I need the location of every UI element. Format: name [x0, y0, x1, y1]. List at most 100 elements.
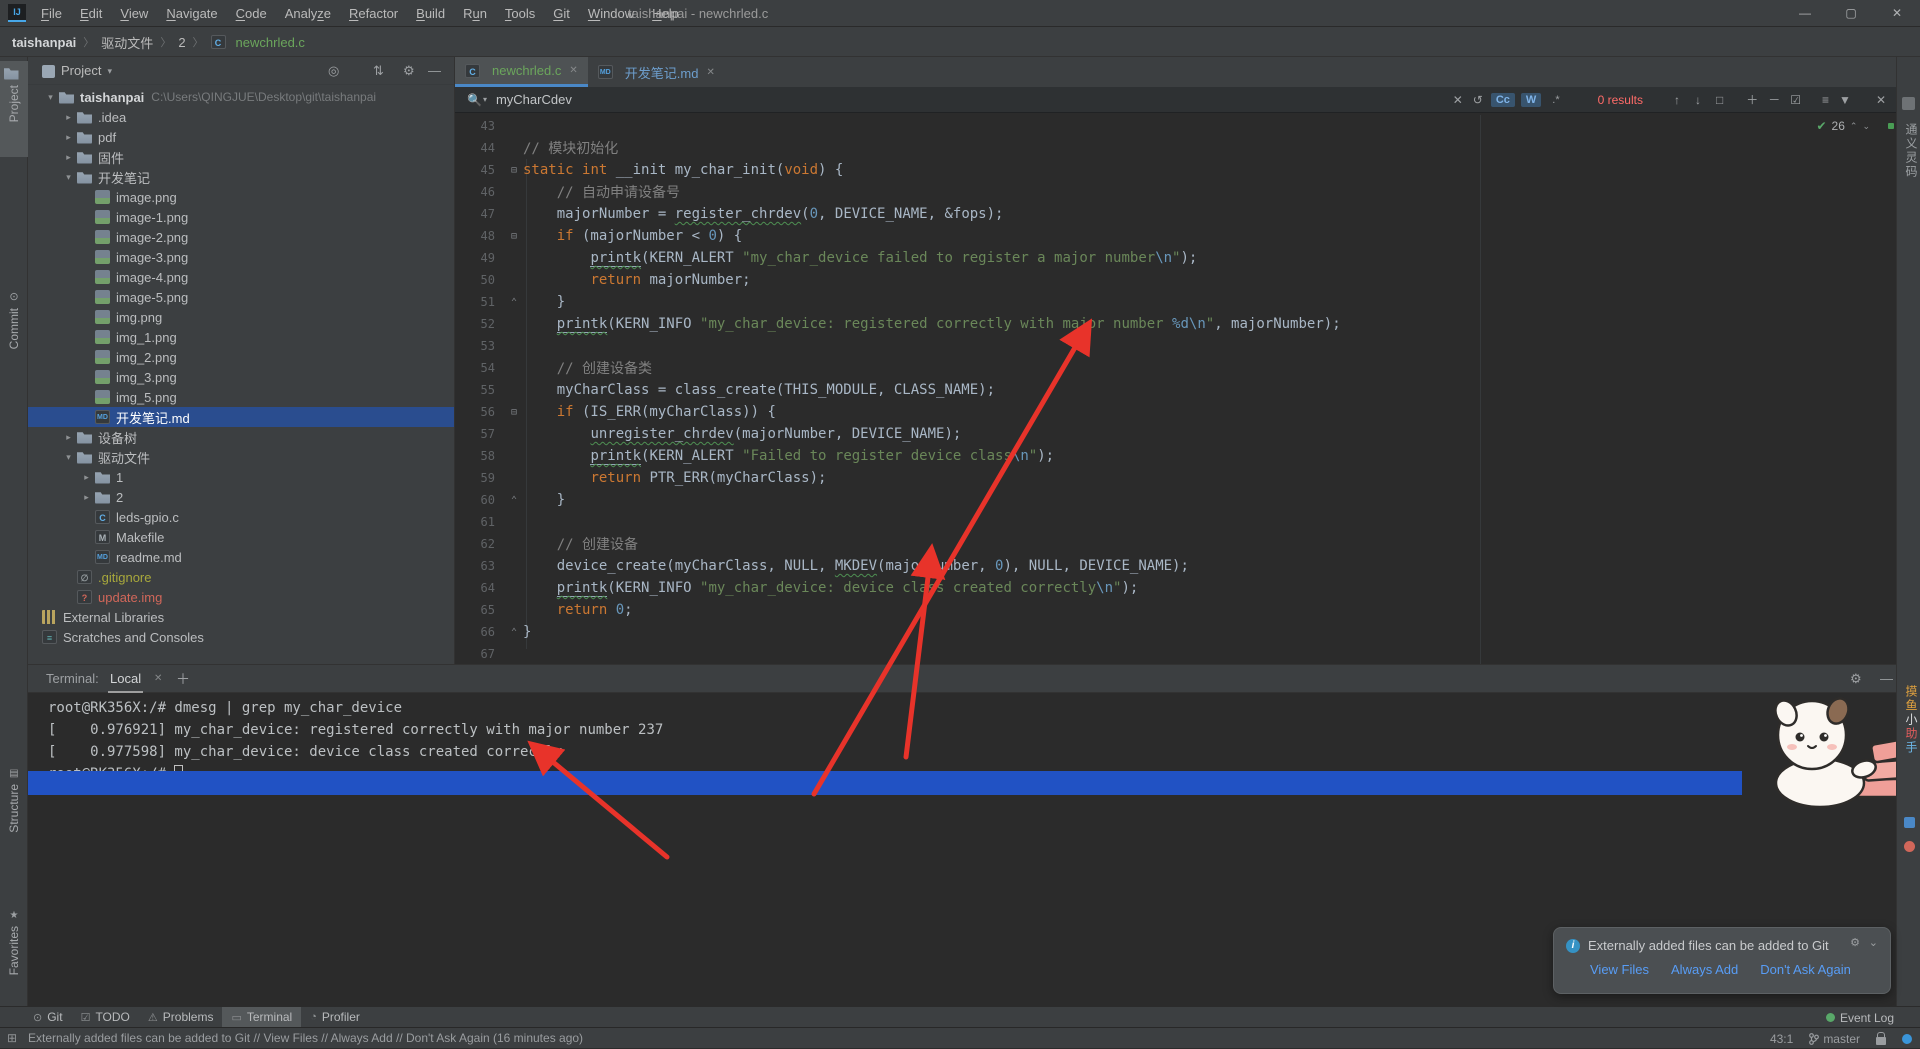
- tree-row-1[interactable]: ▸1: [28, 467, 455, 487]
- fold-marker[interactable]: ⌃: [505, 297, 523, 308]
- code-line[interactable]: 53: [455, 335, 1896, 357]
- code-line[interactable]: 51⌃ }: [455, 291, 1896, 313]
- close-find-icon[interactable]: ✕: [1876, 93, 1886, 107]
- maximize-button[interactable]: ▢: [1828, 0, 1874, 27]
- tool-window-button-todo[interactable]: ☑TODO: [72, 1007, 139, 1028]
- tree-row-image.png[interactable]: image.png: [28, 187, 455, 207]
- tree-row-开发笔记.md[interactable]: MD开发笔记.md: [28, 407, 455, 427]
- close-icon[interactable]: ✕: [154, 665, 162, 693]
- stripe-tab-project[interactable]: Project: [0, 61, 28, 157]
- tree-row-External Libraries[interactable]: External Libraries: [28, 607, 455, 627]
- stripe-tab-structure[interactable]: ▤ Structure: [0, 763, 28, 859]
- lock-icon[interactable]: [1876, 1037, 1886, 1045]
- tree-row-.idea[interactable]: ▸.idea: [28, 107, 455, 127]
- code-line[interactable]: 58 printk(KERN_ALERT "Failed to register…: [455, 445, 1896, 467]
- code-line[interactable]: 59 return PTR_ERR(myCharClass);: [455, 467, 1896, 489]
- close-button[interactable]: ✕: [1874, 0, 1920, 27]
- tree-row-Scratches and Consoles[interactable]: ≡Scratches and Consoles: [28, 627, 455, 647]
- code-viewport[interactable]: 4344// 模块初始化45⊟static int __init my_char…: [455, 115, 1896, 664]
- notification-action-don-t-ask-again[interactable]: Don't Ask Again: [1760, 962, 1851, 977]
- tree-row-image-3.png[interactable]: image-3.png: [28, 247, 455, 267]
- menu-item-navigate[interactable]: Navigate: [157, 0, 226, 27]
- notification-action-view-files[interactable]: View Files: [1590, 962, 1649, 977]
- tree-row-Makefile[interactable]: MMakefile: [28, 527, 455, 547]
- breadcrumb-item[interactable]: 2: [178, 35, 185, 50]
- code-line[interactable]: 60⌃ }: [455, 489, 1896, 511]
- tree-row-image-5.png[interactable]: image-5.png: [28, 287, 455, 307]
- notification-action-always-add[interactable]: Always Add: [1671, 962, 1738, 977]
- status-message[interactable]: Externally added files can be added to G…: [28, 1028, 583, 1049]
- code-line[interactable]: 52 printk(KERN_INFO "my_char_device: reg…: [455, 313, 1896, 335]
- locate-file-icon[interactable]: ◎: [328, 57, 339, 85]
- stripe-mini-icon-blue[interactable]: [1904, 817, 1915, 828]
- menu-item-view[interactable]: View: [111, 0, 157, 27]
- tool-window-button-profiler[interactable]: ◔Profiler: [301, 1007, 369, 1028]
- notification-dot-icon[interactable]: [1902, 1034, 1912, 1044]
- tab-newchrled-c[interactable]: C newchrled.c ✕: [455, 57, 588, 87]
- tool-window-switcher-icon[interactable]: ⊞: [7, 1031, 17, 1045]
- fold-marker[interactable]: ⌃: [505, 495, 523, 506]
- breadcrumb-item[interactable]: Cnewchrled.c: [211, 35, 305, 50]
- code-line[interactable]: 62 // 创建设备: [455, 533, 1896, 555]
- filter-funnel-icon[interactable]: ▼: [1839, 93, 1851, 107]
- close-icon[interactable]: ✕: [706, 67, 714, 78]
- prev-occurrence-icon[interactable]: ↑: [1674, 93, 1680, 107]
- minimize-button[interactable]: —: [1782, 0, 1828, 27]
- tree-chevron-icon[interactable]: ▸: [78, 492, 95, 503]
- tree-chevron-icon[interactable]: ▸: [60, 152, 77, 163]
- tool-window-button-terminal[interactable]: ▭Terminal: [222, 1007, 301, 1028]
- menu-item-analyze[interactable]: Analyze: [276, 0, 340, 27]
- search-history-icon[interactable]: ↺: [1473, 93, 1483, 107]
- gear-icon[interactable]: ⚙: [1850, 936, 1860, 949]
- plugin-icon[interactable]: [1902, 97, 1915, 110]
- menu-item-refactor[interactable]: Refactor: [340, 0, 407, 27]
- tree-row-pdf[interactable]: ▸pdf: [28, 127, 455, 147]
- menu-item-code[interactable]: Code: [227, 0, 276, 27]
- menu-item-run[interactable]: Run: [454, 0, 496, 27]
- stripe-tab-commit[interactable]: ⊙ Commit: [0, 285, 28, 381]
- tree-row-taishanpai[interactable]: ▾taishanpaiC:\Users\QINGJUE\Desktop\git\…: [28, 87, 455, 107]
- event-log-button[interactable]: Event Log: [1826, 1007, 1894, 1028]
- regex-toggle[interactable]: .*: [1547, 93, 1564, 107]
- tree-row-update.img[interactable]: ?update.img: [28, 587, 455, 607]
- code-line[interactable]: 66⌃}: [455, 621, 1896, 643]
- tree-row-img_1.png[interactable]: img_1.png: [28, 327, 455, 347]
- tree-row-驱动文件[interactable]: ▾驱动文件: [28, 447, 455, 467]
- menu-item-git[interactable]: Git: [544, 0, 579, 27]
- git-branch-widget[interactable]: master: [1809, 1032, 1860, 1046]
- tree-chevron-icon[interactable]: ▸: [60, 432, 77, 443]
- tree-chevron-icon[interactable]: ▾: [42, 92, 59, 103]
- exclude-filter-icon[interactable]: ☑: [1790, 93, 1801, 107]
- chevron-down-icon[interactable]: ⌄: [1862, 121, 1870, 132]
- tab-kaifabiji-md[interactable]: MD 开发笔记.md ✕: [588, 57, 725, 87]
- tree-row-image-4.png[interactable]: image-4.png: [28, 267, 455, 287]
- tool-window-button-problems[interactable]: ⚠Problems: [139, 1007, 223, 1028]
- collapse-icon[interactable]: ⌄: [1869, 936, 1878, 949]
- code-line[interactable]: 50 return majorNumber;: [455, 269, 1896, 291]
- new-terminal-icon[interactable]: ＋: [176, 665, 190, 693]
- search-input[interactable]: myCharCdev: [496, 92, 572, 107]
- menu-item-build[interactable]: Build: [407, 0, 454, 27]
- code-line[interactable]: 54 // 创建设备类: [455, 357, 1896, 379]
- fold-marker[interactable]: ⌃: [505, 627, 523, 638]
- words-toggle[interactable]: W: [1521, 93, 1541, 107]
- next-occurrence-icon[interactable]: ↓: [1695, 93, 1701, 107]
- tree-row-.gitignore[interactable]: ∅.gitignore: [28, 567, 455, 587]
- menu-item-tools[interactable]: Tools: [496, 0, 544, 27]
- code-line[interactable]: 63 device_create(myCharClass, NULL, MKDE…: [455, 555, 1896, 577]
- stripe-tab-ai-assistant[interactable]: 通义灵码: [1903, 123, 1920, 179]
- fold-marker[interactable]: ⊟: [505, 407, 523, 418]
- tree-row-img_3.png[interactable]: img_3.png: [28, 367, 455, 387]
- code-line[interactable]: 49 printk(KERN_ALERT "my_char_device fai…: [455, 247, 1896, 269]
- tree-chevron-icon[interactable]: ▸: [60, 112, 77, 123]
- match-case-toggle[interactable]: Cc: [1491, 93, 1515, 107]
- close-icon[interactable]: ✕: [569, 65, 577, 76]
- code-line[interactable]: 55 myCharClass = class_create(THIS_MODUL…: [455, 379, 1896, 401]
- stripe-tab-mascot-plugin[interactable]: 摸鱼小助手: [1903, 685, 1920, 755]
- code-line[interactable]: 44// 模块初始化: [455, 137, 1896, 159]
- tree-row-设备树[interactable]: ▸设备树: [28, 427, 455, 447]
- tree-row-开发笔记[interactable]: ▾开发笔记: [28, 167, 455, 187]
- tree-row-2[interactable]: ▸2: [28, 487, 455, 507]
- project-panel-title[interactable]: Project ▾: [42, 57, 112, 85]
- tree-chevron-icon[interactable]: ▸: [78, 472, 95, 483]
